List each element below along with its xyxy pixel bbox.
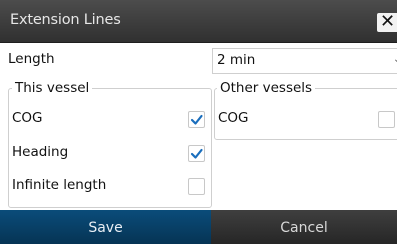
dialog-title: Extension Lines — [10, 12, 121, 28]
chevron-down-icon: ⌄ — [393, 54, 397, 65]
other-vessels-title: Other vessels — [217, 80, 316, 96]
other-vessels-cog-checkbox[interactable] — [378, 111, 395, 128]
length-label: Length — [8, 51, 55, 67]
this-vessel-heading-label: Heading — [12, 144, 69, 160]
close-icon: ✕ — [380, 11, 396, 32]
this-vessel-heading-checkbox[interactable] — [188, 145, 205, 162]
this-vessel-cog-label: COG — [12, 110, 43, 126]
checkmark-icon — [190, 148, 203, 159]
length-value: 2 min — [217, 52, 256, 68]
save-button[interactable]: Save — [0, 210, 211, 244]
length-select[interactable]: 2 min ⌄ — [212, 48, 397, 74]
checkmark-icon — [190, 114, 203, 125]
this-vessel-cog-checkbox[interactable] — [188, 111, 205, 128]
dialog-titlebar: Extension Lines ✕ — [0, 0, 397, 43]
this-vessel-infinite-length-checkbox[interactable] — [188, 178, 205, 195]
this-vessel-infinite-length-label: Infinite length — [12, 177, 107, 193]
cancel-button[interactable]: Cancel — [211, 210, 397, 244]
close-button[interactable]: ✕ — [377, 11, 397, 32]
other-vessels-cog-label: COG — [218, 110, 249, 126]
extension-lines-dialog: Extension Lines ✕ Length 2 min ⌄ This ve… — [0, 0, 397, 244]
this-vessel-title: This vessel — [12, 80, 93, 96]
